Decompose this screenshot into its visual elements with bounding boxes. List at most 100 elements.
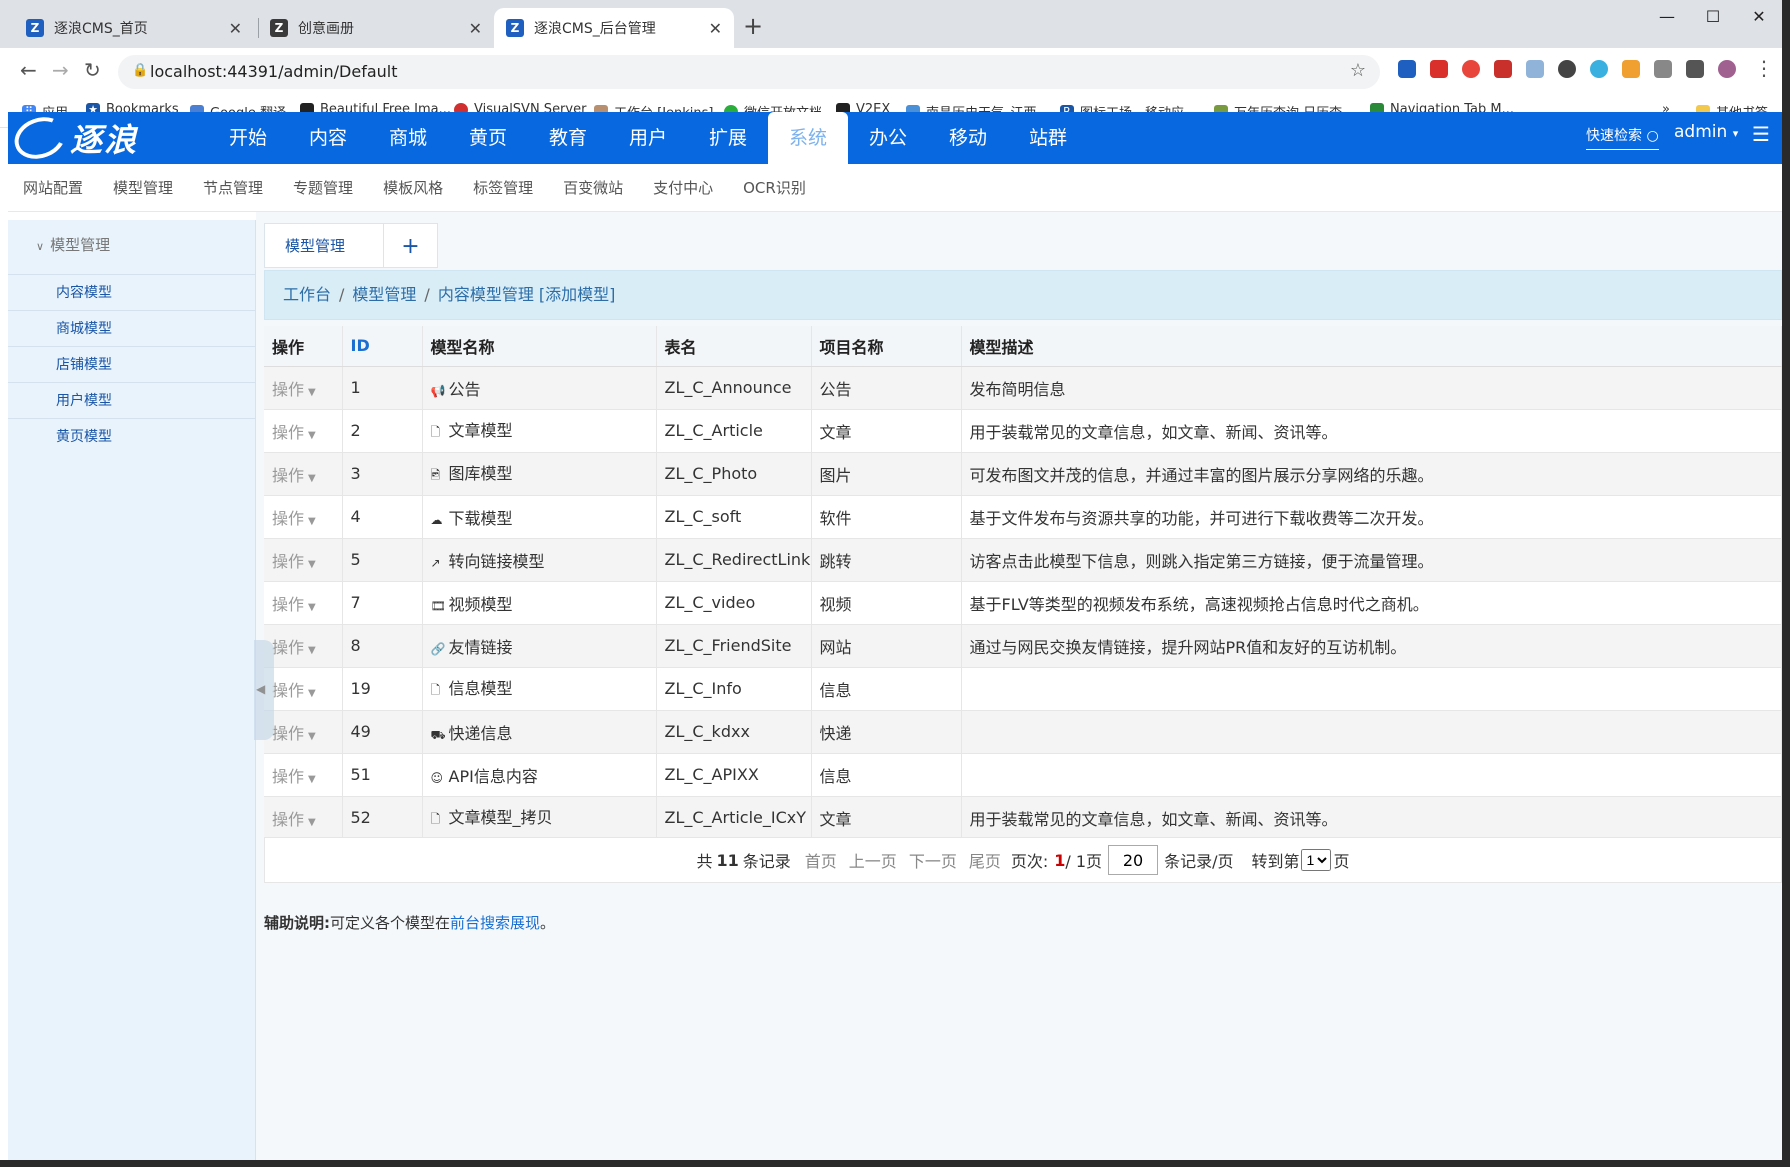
app-logo[interactable]: 逐浪 — [8, 110, 164, 166]
back-icon[interactable]: ← — [20, 58, 37, 82]
subnav-payment[interactable]: 支付中心 — [653, 177, 713, 198]
subnav-node[interactable]: 节点管理 — [203, 177, 263, 198]
sidebar-item-user-model[interactable]: 用户模型 — [8, 382, 256, 418]
close-window-button[interactable]: ✕ — [1734, 0, 1782, 32]
nav-yellowpage[interactable]: 黄页 — [448, 112, 528, 164]
chat-icon: ☺ — [430, 770, 444, 785]
profile-avatar[interactable] — [1718, 60, 1736, 78]
row-op-dropdown[interactable]: 操作 ▼ — [264, 623, 343, 667]
breadcrumb-current[interactable]: 内容模型管理 [添加模型] — [438, 285, 616, 304]
pager-prev[interactable]: 上一页 — [849, 848, 897, 872]
bookmark-star-icon[interactable]: ☆ — [1350, 60, 1366, 81]
row-op-dropdown[interactable]: 操作 ▼ — [264, 795, 343, 839]
extension-icon[interactable] — [1398, 60, 1416, 78]
row-name[interactable]: ☺ API信息内容 — [422, 752, 657, 796]
row-item: 快递 — [811, 709, 962, 753]
puzzle-icon[interactable] — [1686, 60, 1704, 78]
row-name[interactable]: ☁ 下载模型 — [422, 494, 657, 538]
kebab-menu-icon[interactable]: ⋮ — [1754, 56, 1774, 80]
sidebar-item-content-model[interactable]: 内容模型 — [8, 274, 256, 310]
tab-model-manage[interactable]: 模型管理 — [264, 223, 384, 268]
row-op-dropdown[interactable]: 操作 ▼ — [264, 494, 343, 538]
user-menu[interactable]: admin ▾ — [1674, 122, 1738, 142]
minimize-button[interactable]: — — [1642, 0, 1692, 32]
row-name[interactable]: 📢 公告 — [422, 365, 657, 409]
pager-last[interactable]: 尾页 — [969, 848, 1001, 872]
row-name[interactable]: ↗ 转向链接模型 — [422, 537, 657, 581]
close-tab-icon[interactable]: ✕ — [469, 19, 482, 38]
pager-next[interactable]: 下一页 — [909, 848, 957, 872]
breadcrumb-workbench[interactable]: 工作台 — [283, 285, 331, 304]
row-op-dropdown[interactable]: 操作 ▼ — [264, 451, 343, 495]
add-tab-button[interactable]: + — [384, 223, 438, 268]
cloud-icon: ☁ — [430, 512, 443, 527]
extension-icon[interactable] — [1558, 60, 1576, 78]
sidebar-item-store-model[interactable]: 店铺模型 — [8, 346, 256, 382]
subnav-microsite[interactable]: 百变微站 — [563, 177, 623, 198]
row-name[interactable]: 🎞 视频模型 — [422, 580, 657, 624]
extension-icon[interactable] — [1526, 60, 1544, 78]
nav-education[interactable]: 教育 — [528, 112, 608, 164]
row-op-dropdown[interactable]: 操作 ▼ — [264, 709, 343, 753]
nav-shop[interactable]: 商城 — [368, 112, 448, 164]
new-tab-button[interactable]: + — [743, 12, 763, 40]
quick-search[interactable]: 快速检索 ○ — [1586, 125, 1659, 150]
subnav-tag[interactable]: 标签管理 — [473, 177, 533, 198]
row-name[interactable]: 🔗 友情链接 — [422, 623, 657, 667]
sidebar-header[interactable]: ∨ 模型管理 — [36, 234, 110, 255]
extension-icon[interactable] — [1654, 60, 1672, 78]
nav-extend[interactable]: 扩展 — [688, 112, 768, 164]
frontend-search-link[interactable]: 前台搜索展现 — [450, 914, 540, 932]
subnav-ocr[interactable]: OCR识别 — [743, 177, 806, 198]
nav-system[interactable]: 系统 — [768, 112, 848, 164]
nav-mobile[interactable]: 移动 — [928, 112, 1008, 164]
link-icon: 🔗 — [430, 641, 446, 656]
subnav-template[interactable]: 模板风格 — [383, 177, 443, 198]
row-op-dropdown[interactable]: 操作 ▼ — [264, 365, 343, 409]
menu-toggle-icon[interactable]: ☰ — [1752, 122, 1770, 146]
browser-tab-2[interactable]: Z 创意画册 ✕ — [258, 8, 494, 48]
pdf-extension-icon[interactable] — [1430, 60, 1448, 78]
row-name[interactable]: 🗋 信息模型 — [422, 666, 657, 710]
nav-start[interactable]: 开始 — [208, 112, 288, 164]
row-name[interactable]: ⛟ 快递信息 — [422, 709, 657, 753]
close-tab-icon[interactable]: ✕ — [229, 19, 242, 38]
image-file-icon: 🖻 — [430, 468, 441, 482]
browser-tab-1[interactable]: Z 逐浪CMS_首页 ✕ — [14, 8, 254, 48]
row-id: 2 — [342, 408, 423, 452]
subnav-topic[interactable]: 专题管理 — [293, 177, 353, 198]
per-page-input[interactable] — [1108, 845, 1159, 875]
row-name[interactable]: 🖻 图库模型 — [422, 451, 657, 495]
row-op-dropdown[interactable]: 操作 ▼ — [264, 580, 343, 624]
nav-sites[interactable]: 站群 — [1008, 112, 1088, 164]
extension-icon[interactable] — [1462, 60, 1480, 78]
nav-user[interactable]: 用户 — [608, 112, 688, 164]
reload-icon[interactable]: ↻ — [84, 58, 101, 82]
forward-icon[interactable]: → — [52, 58, 69, 82]
extension-icon[interactable] — [1494, 60, 1512, 78]
close-tab-icon[interactable]: ✕ — [709, 19, 722, 38]
subnav-site-config[interactable]: 网站配置 — [23, 177, 83, 198]
sidebar-item-shop-model[interactable]: 商城模型 — [8, 310, 256, 346]
nav-office[interactable]: 办公 — [848, 112, 928, 164]
pager-first[interactable]: 首页 — [805, 848, 837, 872]
maximize-button[interactable]: ☐ — [1688, 0, 1738, 32]
row-op-dropdown[interactable]: 操作 ▼ — [264, 537, 343, 581]
row-desc: 基于FLV等类型的视频发布系统，高速视频抢占信息时代之商机。 — [961, 580, 1782, 624]
col-id[interactable]: ID — [342, 326, 423, 367]
sidebar-collapse-handle[interactable]: ◀ — [254, 640, 274, 740]
subnav-model[interactable]: 模型管理 — [113, 177, 173, 198]
row-op-dropdown[interactable]: 操作 ▼ — [264, 666, 343, 710]
sidebar-item-yellowpage-model[interactable]: 黄页模型 — [8, 418, 256, 454]
extension-icon[interactable] — [1622, 60, 1640, 78]
goto-page-select[interactable]: 1 — [1301, 849, 1332, 871]
nav-content[interactable]: 内容 — [288, 112, 368, 164]
breadcrumb-model-manage[interactable]: 模型管理 — [352, 285, 416, 304]
row-name[interactable]: 🗋 文章模型_拷贝 — [422, 795, 657, 839]
browser-tab-3[interactable]: Z 逐浪CMS_后台管理 ✕ — [494, 8, 734, 48]
row-op-dropdown[interactable]: 操作 ▼ — [264, 408, 343, 452]
address-bar[interactable]: 🔒 localhost:44391/admin/Default ☆ — [118, 55, 1380, 89]
row-name[interactable]: 🗋 文章模型 — [422, 408, 657, 452]
row-op-dropdown[interactable]: 操作 ▼ — [264, 752, 343, 796]
extension-icon[interactable] — [1590, 60, 1608, 78]
